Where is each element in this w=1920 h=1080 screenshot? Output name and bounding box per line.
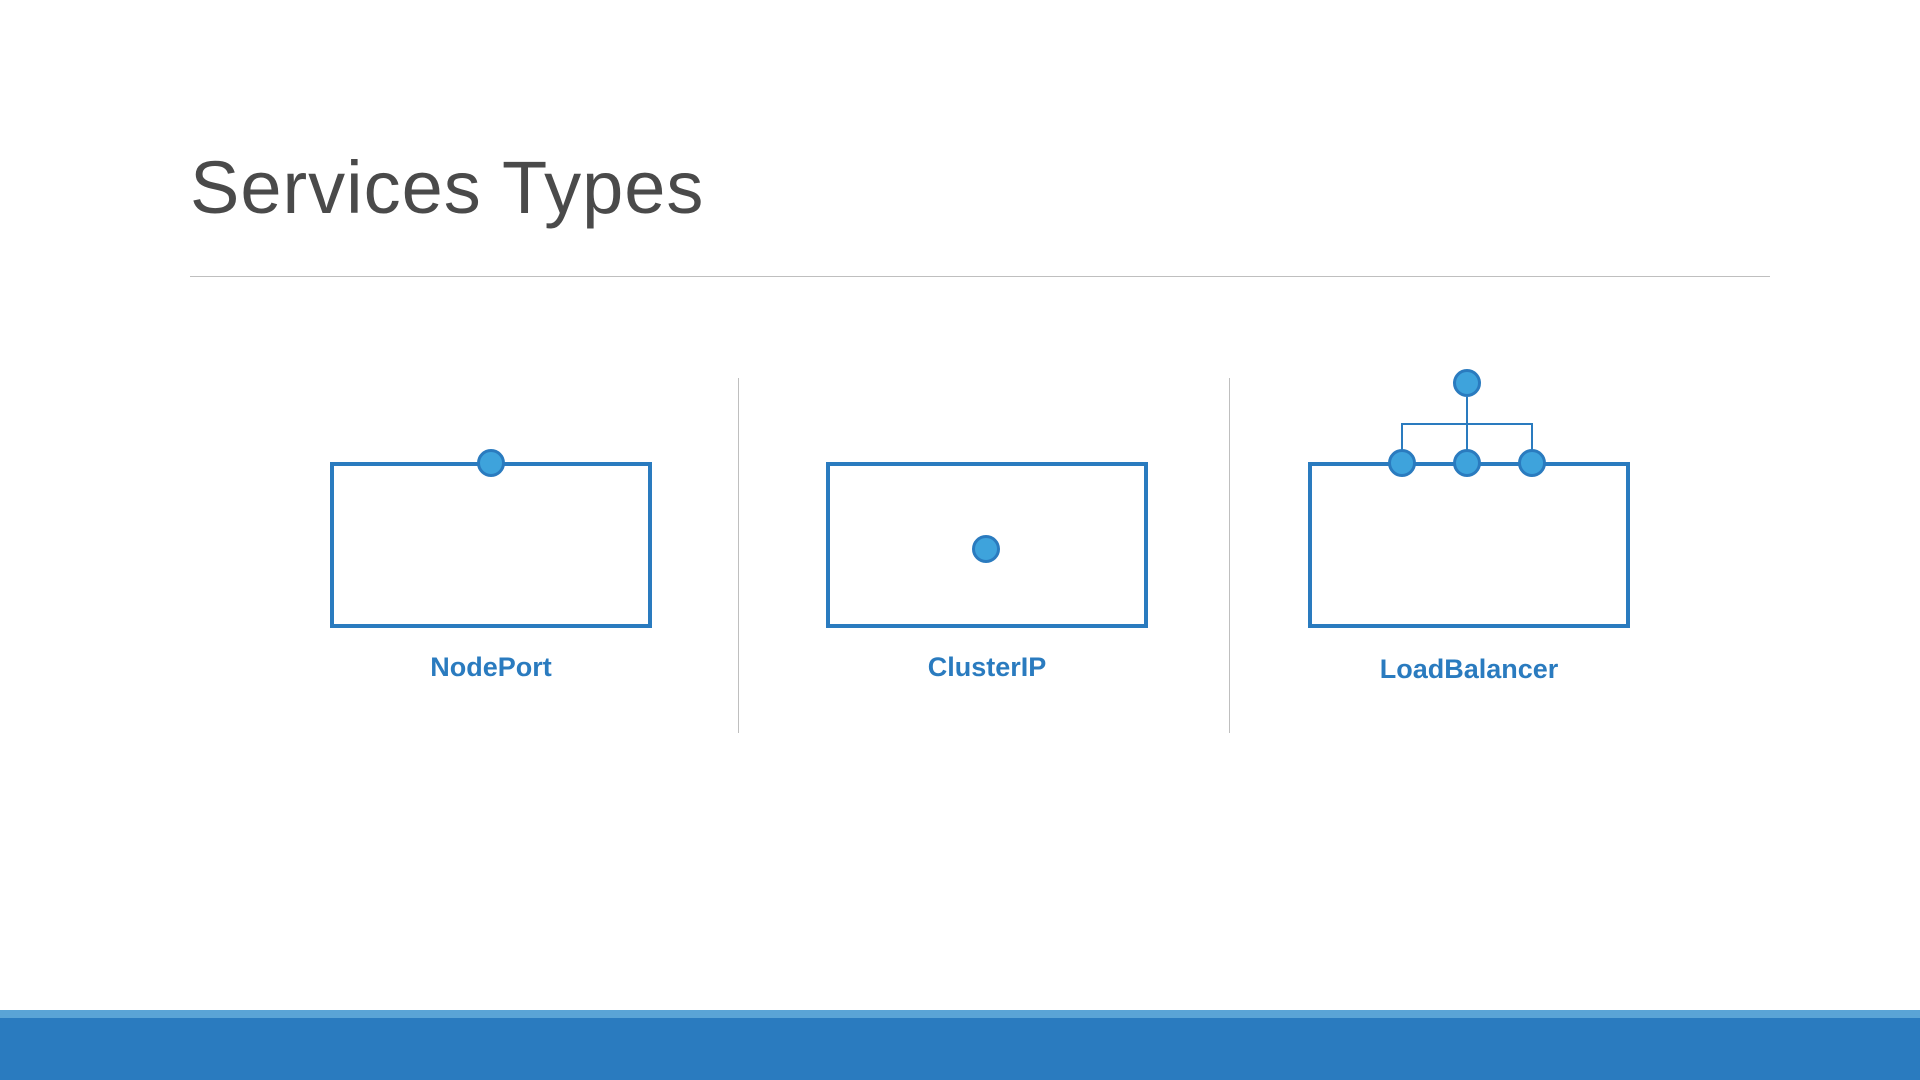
nodeport-label: NodePort	[330, 652, 652, 683]
clusterip-label: ClusterIP	[826, 652, 1148, 683]
loadbalancer-node-circle-2-icon	[1453, 449, 1481, 477]
loadbalancer-node-circle-1-icon	[1388, 449, 1416, 477]
vertical-divider-1	[738, 378, 739, 733]
loadbalancer-box	[1308, 462, 1630, 628]
title-underline	[190, 276, 1770, 277]
loadbalancer-label: LoadBalancer	[1308, 654, 1630, 685]
nodeport-box	[330, 462, 652, 628]
loadbalancer-external-circle-icon	[1453, 369, 1481, 397]
nodeport-port-circle-icon	[477, 449, 505, 477]
footer-bar	[0, 1018, 1920, 1080]
loadbalancer-node-circle-3-icon	[1518, 449, 1546, 477]
slide-title: Services Types	[190, 145, 704, 230]
clusterip-internal-circle-icon	[972, 535, 1000, 563]
vertical-divider-2	[1229, 378, 1230, 733]
footer-accent-bar	[0, 1010, 1920, 1018]
loadbalancer-tree-icon	[1401, 397, 1533, 453]
